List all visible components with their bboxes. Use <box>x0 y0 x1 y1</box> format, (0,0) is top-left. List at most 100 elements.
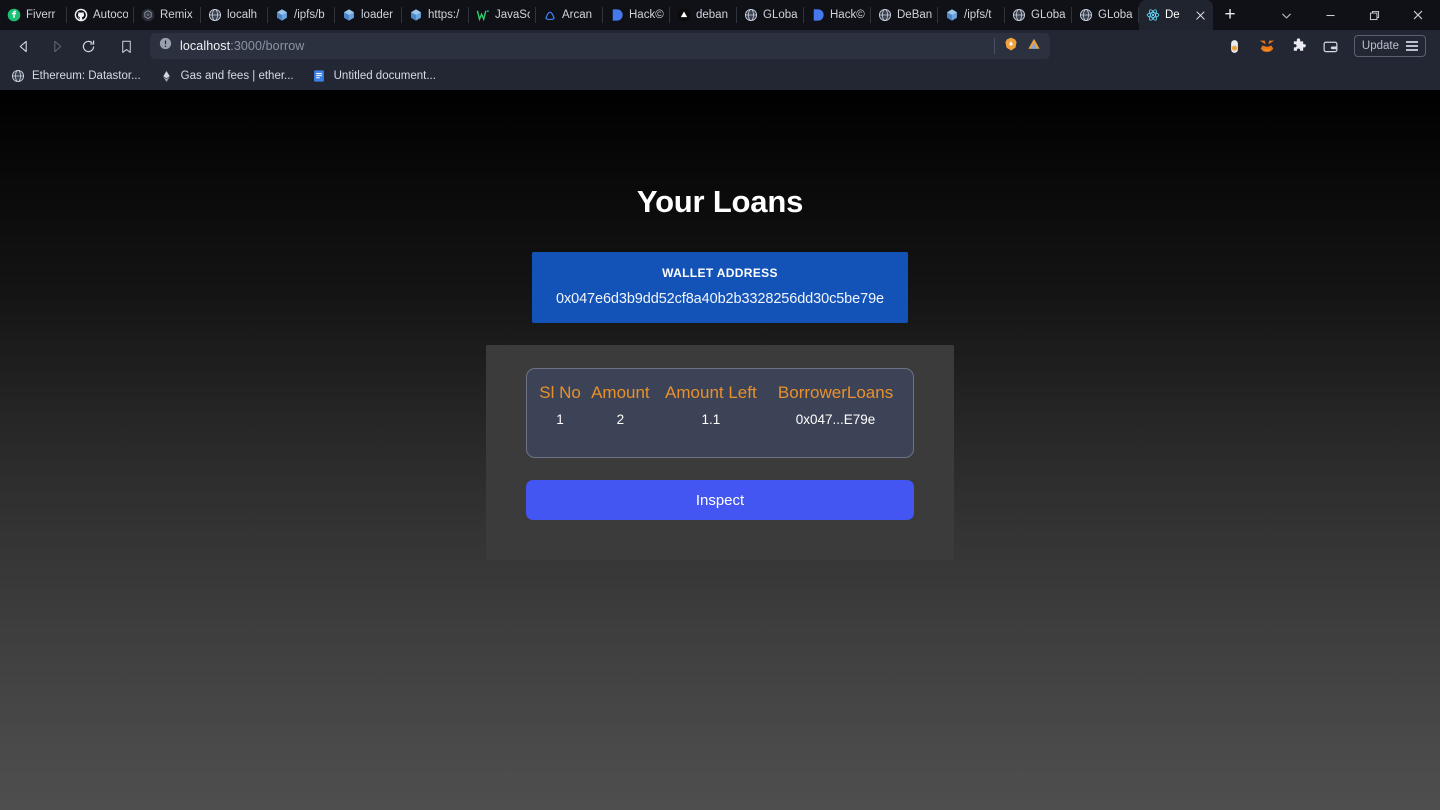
bookmark-label: Untitled document... <box>333 70 436 82</box>
info-circle-icon[interactable] <box>158 36 173 56</box>
bookmark-item-untitled-document[interactable]: Untitled document... <box>312 69 436 84</box>
tab-label: De <box>1165 9 1180 21</box>
tab-label: Fiverr <box>26 9 56 21</box>
browser-window: Fiverr Autoco Remix localh/ipfs/b loader http… <box>0 0 1440 810</box>
tab-4[interactable]: /ipfs/b <box>268 0 335 30</box>
github-icon <box>73 8 88 23</box>
remix-icon <box>140 8 155 23</box>
tab-label: Arcan <box>562 9 593 21</box>
tab-list: Fiverr Autoco Remix localh/ipfs/b loader http… <box>0 0 1139 30</box>
globe-icon <box>1011 8 1026 23</box>
tab-2[interactable]: Remix <box>134 0 201 30</box>
loans-page: Your Loans WALLET ADDRESS 0x047e6d3b9dd5… <box>0 90 1440 810</box>
tab-7[interactable]: JavaSc <box>469 0 536 30</box>
loans-table: Sl No Amount Amount Left BorrowerLoans 1… <box>535 383 905 445</box>
tab-8[interactable]: Arcan <box>536 0 603 30</box>
bookmark-label: Gas and fees | ether... <box>180 70 294 82</box>
close-icon[interactable] <box>1194 9 1207 22</box>
restore-icon[interactable] <box>1352 0 1396 30</box>
chevron-down-icon[interactable] <box>1264 0 1308 30</box>
url-path: :3000/borrow <box>230 39 305 53</box>
tab-label: GLoba <box>763 9 798 21</box>
brave-lion-icon[interactable] <box>1003 36 1019 57</box>
tab-label: localh <box>227 9 258 21</box>
tab-label: Hack© <box>830 9 865 21</box>
ipfs-cube-icon <box>944 8 959 23</box>
tab-9[interactable]: Hack© <box>603 0 670 30</box>
minimize-icon[interactable] <box>1308 0 1352 30</box>
wallet-address-value: 0x047e6d3b9dd52cf8a40b2b3328256dd30c5be7… <box>555 291 885 307</box>
close-icon[interactable] <box>1396 0 1440 30</box>
hamburger-menu-icon[interactable] <box>1406 41 1418 51</box>
address-bar[interactable]: localhost:3000/borrow <box>150 33 1050 59</box>
bookmark-item-ethereum-datastore[interactable]: Ethereum: Datastor... <box>10 69 141 84</box>
tab-15[interactable]: GLoba <box>1005 0 1072 30</box>
globe-icon <box>1078 8 1093 23</box>
tab-12[interactable]: Hack© <box>804 0 871 30</box>
tab-14[interactable]: /ipfs/t <box>938 0 1005 30</box>
tab-1[interactable]: Autoco <box>67 0 134 30</box>
loans-table-head: Sl No Amount Amount Left BorrowerLoans <box>535 383 905 412</box>
page-viewport: Your Loans WALLET ADDRESS 0x047e6d3b9dd5… <box>0 90 1440 810</box>
tab-label: Autoco <box>93 9 128 21</box>
globe-icon <box>743 8 758 23</box>
tab-10[interactable]: deban <box>670 0 737 30</box>
new-tab-button[interactable]: + <box>1213 0 1247 30</box>
brave-rewards-icon[interactable] <box>1026 36 1042 57</box>
wallet-icon[interactable] <box>1322 37 1340 55</box>
reload-icon[interactable] <box>74 32 102 60</box>
tab-6[interactable]: https:/ <box>402 0 469 30</box>
metamask-fox-icon[interactable] <box>1258 37 1276 55</box>
url-host: localhost <box>180 39 231 53</box>
cell-amount-left: 1.1 <box>701 412 721 427</box>
puzzle-icon[interactable] <box>1290 37 1308 55</box>
tab-label: deban <box>696 9 728 21</box>
ipfs-cube-icon <box>408 8 423 23</box>
tab-active[interactable]: De <box>1139 0 1213 30</box>
globe-icon <box>207 8 222 23</box>
tab-0[interactable]: Fiverr <box>0 0 67 30</box>
vercel-icon <box>676 8 691 23</box>
tab-label: GLoba <box>1031 9 1066 21</box>
tab-13[interactable]: DeBan <box>871 0 938 30</box>
tab-label: Hack© <box>629 9 664 21</box>
column-header-amount: Amount <box>591 383 650 402</box>
fiverr-icon <box>6 8 21 23</box>
tab-label: DeBan <box>897 9 932 21</box>
bookmarks-bar: Ethereum: Datastor... Gas and fees | eth… <box>0 62 1440 90</box>
google-docs-icon <box>312 69 327 84</box>
ethereum-icon <box>159 69 174 84</box>
update-button[interactable]: Update <box>1353 35 1426 57</box>
ipfs-cube-icon <box>341 8 356 23</box>
bookmark-icon[interactable] <box>112 32 140 60</box>
column-header-borrower-loans: BorrowerLoans <box>777 383 894 402</box>
inspect-button[interactable]: Inspect <box>526 480 914 520</box>
tab-5[interactable]: loader <box>335 0 402 30</box>
page-title: Your Loans <box>636 184 804 219</box>
tab-label: /ipfs/b <box>294 9 325 21</box>
tab-label: loader <box>361 9 393 21</box>
back-icon[interactable] <box>10 32 38 60</box>
table-row[interactable]: 1 2 1.1 0x047...E79e <box>535 412 905 445</box>
forward-icon[interactable] <box>42 32 70 60</box>
table-header-row: Sl No Amount Amount Left BorrowerLoans <box>535 383 905 412</box>
wallet-address-label: WALLET ADDRESS <box>662 266 778 280</box>
brave-wallet-icon[interactable] <box>1226 37 1244 55</box>
url-text: localhost:3000/borrow <box>180 39 304 53</box>
navigation-toolbar: localhost:3000/borrow Update <box>0 30 1440 62</box>
cell-sl-no: 1 <box>556 412 564 427</box>
arcana-icon <box>542 8 557 23</box>
globe-icon <box>10 69 25 84</box>
column-header-sl-no: Sl No <box>539 383 581 402</box>
tab-3[interactable]: localh <box>201 0 268 30</box>
react-icon <box>1145 8 1160 23</box>
hackerearth-icon <box>609 8 624 23</box>
loans-table-body: 1 2 1.1 0x047...E79e <box>535 412 905 445</box>
tab-16[interactable]: GLoba <box>1072 0 1139 30</box>
bookmark-item-gas-and-fees[interactable]: Gas and fees | ether... <box>159 69 294 84</box>
hackerearth-icon <box>810 8 825 23</box>
address-bar-actions <box>994 36 1042 57</box>
wallet-address-card: WALLET ADDRESS 0x047e6d3b9dd52cf8a40b2b3… <box>532 252 908 323</box>
tab-11[interactable]: GLoba <box>737 0 804 30</box>
cell-amount: 2 <box>616 412 625 427</box>
